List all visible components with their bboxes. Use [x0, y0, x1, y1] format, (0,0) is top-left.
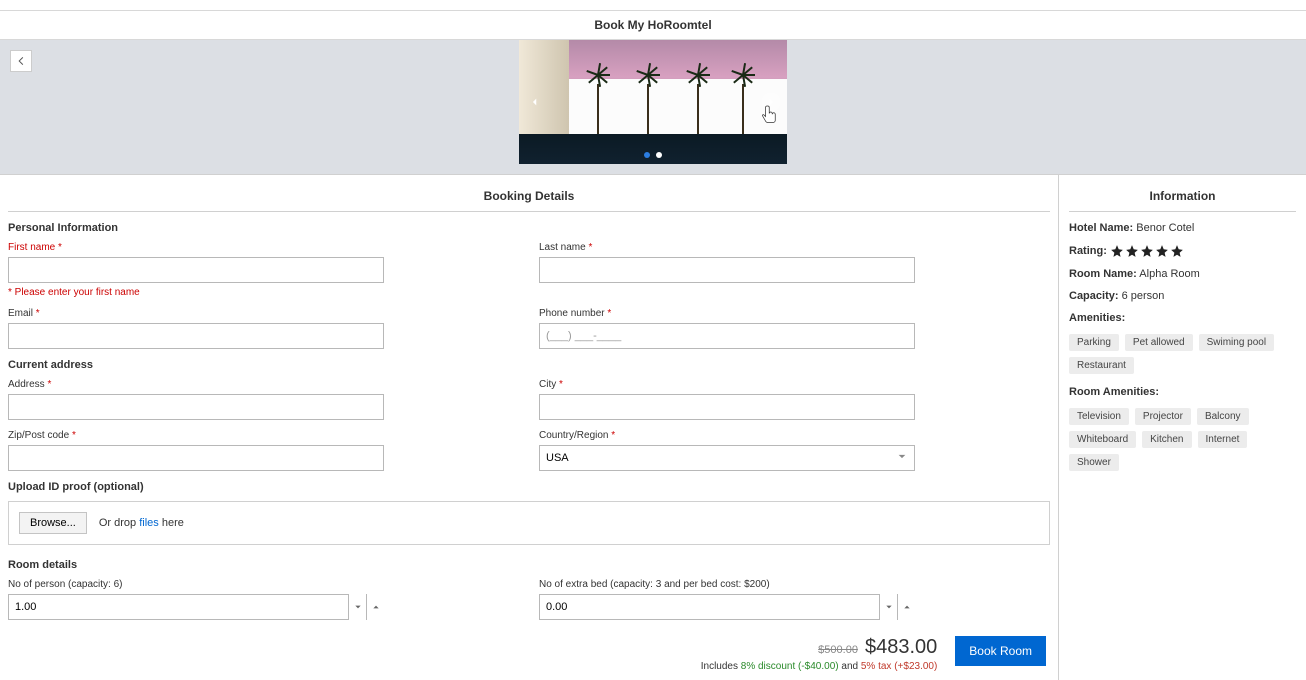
carousel-dot[interactable] — [656, 152, 662, 158]
star-icon — [1170, 244, 1184, 258]
zip-input[interactable] — [8, 445, 384, 471]
city-input[interactable] — [539, 394, 915, 420]
amenity-pill: Pet allowed — [1125, 334, 1193, 351]
extra-beds-label: No of extra bed (capacity: 3 and per bed… — [539, 579, 1050, 590]
phone-input[interactable] — [539, 323, 915, 349]
star-icon — [1110, 244, 1124, 258]
amenity-pill: Kitchen — [1142, 431, 1191, 448]
chevron-down-icon — [885, 603, 893, 611]
rating-row: Rating: — [1069, 244, 1296, 258]
booking-section-title: Booking Details — [8, 183, 1050, 212]
room-amenities-list: Television Projector Balcony Whiteboard Kitc… — [1069, 408, 1296, 471]
hotel-image-carousel[interactable] — [519, 40, 787, 164]
room-amenities-heading: Room Amenities: — [1069, 386, 1296, 398]
address-input[interactable] — [8, 394, 384, 420]
arrow-left-icon — [15, 55, 27, 67]
amenity-pill: Swiming pool — [1199, 334, 1274, 351]
amenity-pill: Shower — [1069, 454, 1119, 471]
persons-decrement[interactable] — [348, 594, 366, 620]
hotel-name-row: Hotel Name: Benor Cotel — [1069, 222, 1296, 234]
upload-heading: Upload ID proof (optional) — [8, 481, 1050, 493]
email-label: Email * — [8, 308, 519, 319]
address-label: Address * — [8, 379, 519, 390]
star-icon — [1155, 244, 1169, 258]
star-icon — [1140, 244, 1154, 258]
persons-label: No of person (capacity: 6) — [8, 579, 519, 590]
first-name-input[interactable] — [8, 257, 384, 283]
beds-increment[interactable] — [897, 594, 915, 620]
email-input[interactable] — [8, 323, 384, 349]
amenity-pill: Projector — [1135, 408, 1191, 425]
carousel-next-button[interactable] — [761, 92, 781, 112]
carousel-prev-button[interactable] — [525, 92, 545, 112]
info-section-title: Information — [1069, 183, 1296, 212]
chevron-left-icon — [530, 97, 540, 107]
new-price: $483.00 — [865, 636, 937, 658]
amenities-heading: Amenities: — [1069, 312, 1296, 324]
persons-stepper[interactable] — [8, 594, 384, 620]
country-label: Country/Region * — [539, 430, 1050, 441]
beds-decrement[interactable] — [879, 594, 897, 620]
amenity-pill: Whiteboard — [1069, 431, 1136, 448]
amenity-pill: Restaurant — [1069, 357, 1134, 374]
last-name-label: Last name * — [539, 242, 1050, 253]
amenity-pill: Balcony — [1197, 408, 1249, 425]
star-icon — [1125, 244, 1139, 258]
country-select[interactable] — [539, 445, 915, 471]
carousel-dot[interactable] — [644, 152, 650, 158]
address-heading: Current address — [8, 359, 1050, 371]
chevron-right-icon — [766, 97, 776, 107]
book-room-button[interactable]: Book Room — [955, 636, 1046, 666]
extra-beds-stepper[interactable] — [539, 594, 915, 620]
phone-label: Phone number * — [539, 308, 1050, 319]
old-price: $500.00 — [818, 644, 858, 656]
chevron-up-icon — [372, 603, 380, 611]
city-label: City * — [539, 379, 1050, 390]
page-title: Book My HoRoomtel — [0, 10, 1306, 40]
amenities-list: Parking Pet allowed Swiming pool Restaurant — [1069, 334, 1296, 374]
room-details-heading: Room details — [8, 559, 1050, 571]
hero-banner — [0, 40, 1306, 174]
amenity-pill: Television — [1069, 408, 1129, 425]
capacity-row: Capacity: 6 person — [1069, 290, 1296, 302]
amenity-pill: Internet — [1198, 431, 1248, 448]
carousel-dots[interactable] — [644, 152, 662, 158]
chevron-up-icon — [903, 603, 911, 611]
amenity-pill: Parking — [1069, 334, 1119, 351]
first-name-error: * Please enter your first name — [8, 287, 519, 298]
back-button[interactable] — [10, 50, 32, 72]
drop-files-text: Or drop files here — [99, 517, 184, 529]
first-name-label: First name * — [8, 242, 519, 253]
personal-info-heading: Personal Information — [8, 222, 1050, 234]
persons-increment[interactable] — [366, 594, 384, 620]
rating-stars — [1110, 244, 1184, 258]
zip-label: Zip/Post code * — [8, 430, 519, 441]
browse-button[interactable]: Browse... — [19, 512, 87, 534]
last-name-input[interactable] — [539, 257, 915, 283]
file-drop-zone[interactable]: Browse... Or drop files here — [8, 501, 1050, 545]
room-name-row: Room Name: Alpha Room — [1069, 268, 1296, 280]
price-summary: Includes 8% discount (-$40.00) and 5% ta… — [701, 661, 938, 672]
chevron-down-icon — [354, 603, 362, 611]
